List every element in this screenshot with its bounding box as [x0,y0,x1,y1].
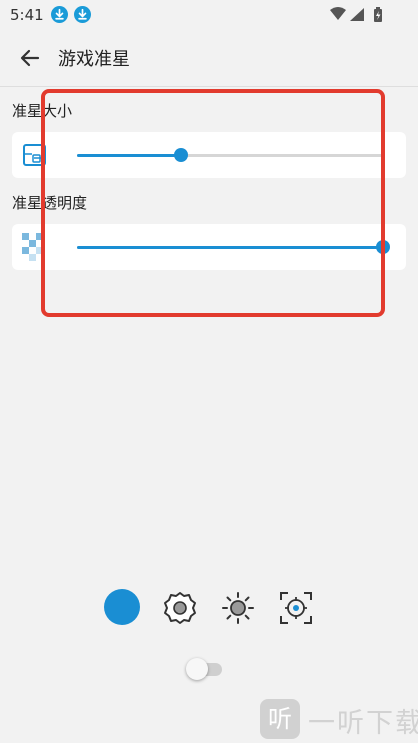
app-bar: 游戏准星 [0,30,418,86]
watermark: 听 一听下载 [256,697,418,743]
download-icon [74,6,91,23]
settings-gear-icon[interactable] [162,590,198,626]
status-time: 5:41 [10,6,44,24]
highlight-box [41,89,385,317]
status-bar: 5:41 [0,0,418,30]
back-arrow-icon[interactable] [16,44,44,72]
color-picker-button[interactable] [104,589,140,625]
watermark-logo: 听 [260,699,300,739]
app-bar-divider [0,86,418,87]
toggle-knob [186,658,208,680]
watermark-text: 一听下载 [308,708,418,739]
bottom-toolbar [0,586,418,630]
download-icon [51,6,68,23]
brightness-icon[interactable] [220,590,256,626]
system-status-icons [330,7,382,22]
page-title: 游戏准星 [58,49,130,70]
crosshair-target-icon[interactable] [278,590,314,626]
status-right-icons [330,7,390,27]
crosshair-toggle-switch[interactable] [186,657,222,681]
